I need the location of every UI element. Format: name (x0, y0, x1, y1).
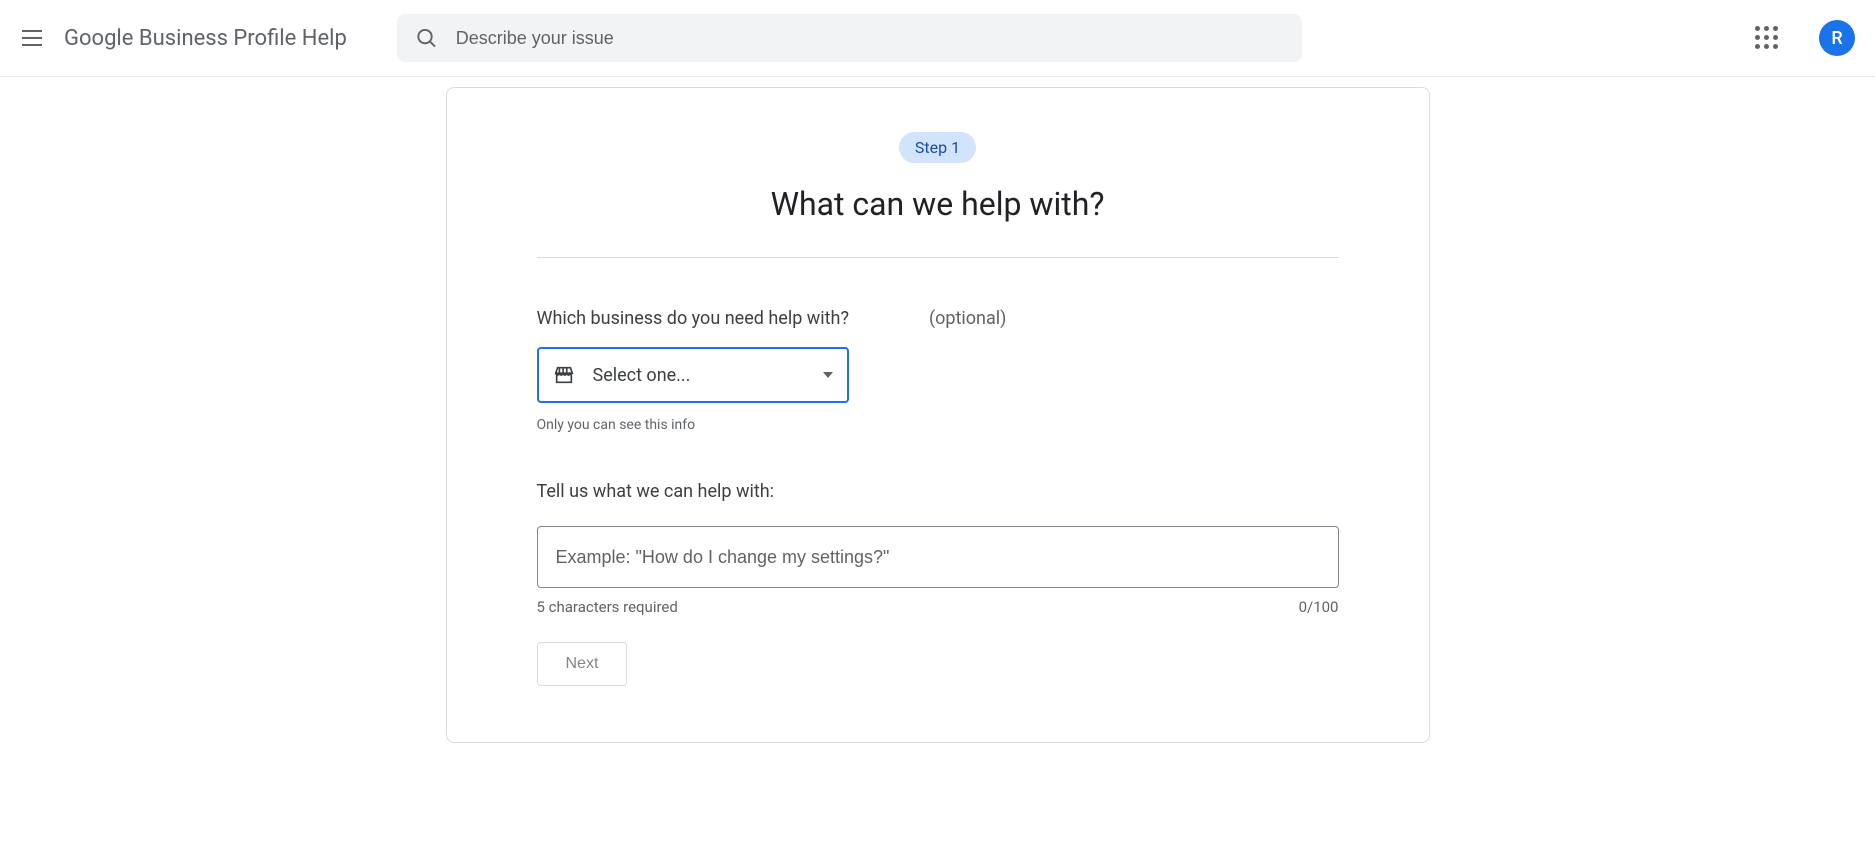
divider (537, 257, 1339, 258)
issue-input[interactable] (537, 526, 1339, 588)
select-placeholder: Select one... (593, 365, 823, 386)
card-title: What can we help with? (537, 185, 1339, 223)
business-select[interactable]: Select one... (537, 347, 849, 403)
select-helper: Only you can see this info (537, 417, 1339, 433)
next-button[interactable]: Next (537, 642, 628, 686)
search-input[interactable] (456, 28, 1284, 49)
menu-icon[interactable] (20, 26, 44, 50)
store-icon (553, 364, 575, 386)
business-field-row: Which business do you need help with? (o… (537, 308, 1339, 329)
input-footer: 5 characters required 0/100 (537, 598, 1339, 616)
header-title: Google Business Profile Help (64, 26, 347, 51)
issue-label: Tell us what we can help with: (537, 481, 1339, 502)
help-card: Step 1 What can we help with? Which busi… (446, 87, 1430, 743)
main: Step 1 What can we help with? Which busi… (0, 77, 1875, 743)
avatar[interactable]: R (1819, 20, 1855, 56)
search-icon (415, 26, 438, 50)
chevron-down-icon (823, 372, 833, 378)
optional-label: (optional) (929, 308, 1006, 329)
char-count: 0/100 (1299, 598, 1339, 616)
apps-icon[interactable] (1755, 26, 1779, 50)
search-box[interactable] (397, 14, 1302, 62)
header: Google Business Profile Help R (0, 0, 1875, 77)
step-badge: Step 1 (899, 132, 976, 163)
business-label: Which business do you need help with? (537, 308, 849, 329)
chars-required: 5 characters required (537, 598, 678, 616)
